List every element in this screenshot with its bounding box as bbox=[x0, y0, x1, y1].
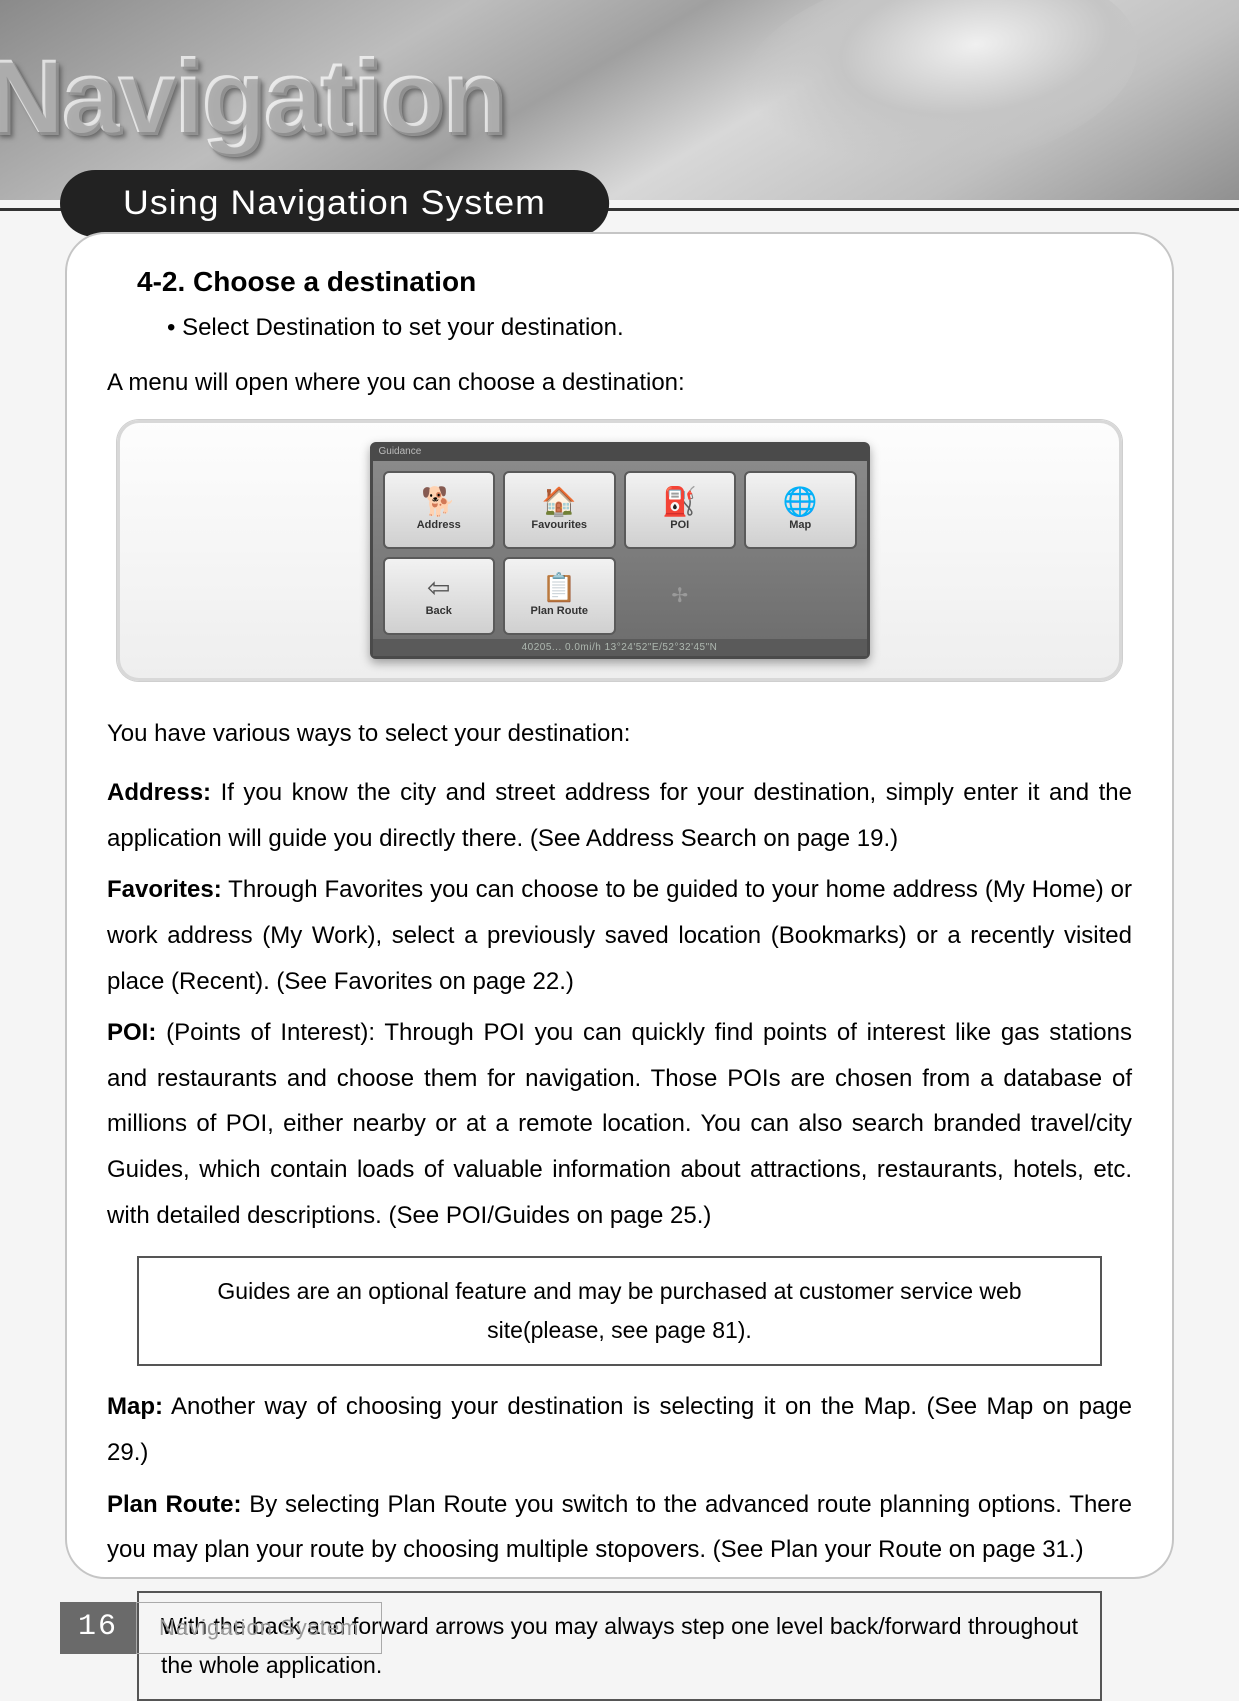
gps-map-button[interactable]: 🌐 Map bbox=[744, 471, 857, 549]
gps-empty-slot bbox=[744, 557, 857, 635]
hero-title: Navigation bbox=[0, 40, 507, 160]
footer-label: Navigation System bbox=[136, 1602, 382, 1654]
globe-icon: 🌐 bbox=[783, 488, 818, 516]
section-heading: 4-2. Choose a destination bbox=[137, 266, 1132, 298]
gps-status-bar: 40205... 0.0mi/h 13°24'52"E/52°32'45"N bbox=[373, 639, 867, 656]
gps-plan-route-button[interactable]: 📋 Plan Route bbox=[503, 557, 616, 635]
para-favorites: Favorites: Through Favorites you can cho… bbox=[107, 867, 1132, 1004]
dog-icon: 🐕 bbox=[421, 488, 456, 516]
gps-window: Guidance 🐕 Address 🏠 Favourites ⛽ POI 🌐 … bbox=[370, 442, 870, 659]
gps-favourites-label: Favourites bbox=[531, 519, 587, 531]
gps-poi-label: POI bbox=[670, 519, 689, 531]
text-map: Another way of choosing your destination… bbox=[107, 1393, 1132, 1466]
label-address: Address: bbox=[107, 779, 211, 806]
text-address: If you know the city and street address … bbox=[107, 779, 1132, 852]
gps-title-bar: Guidance bbox=[373, 445, 867, 461]
intro-text: A menu will open where you can choose a … bbox=[107, 360, 1132, 406]
text-poi: (Points of Interest): Through POI you ca… bbox=[107, 1019, 1132, 1228]
para-plan: Plan Route: By selecting Plan Route you … bbox=[107, 1482, 1132, 1573]
text-plan: By selecting Plan Route you switch to th… bbox=[107, 1491, 1132, 1564]
gps-crosshair-icon: ✢ bbox=[624, 557, 737, 635]
gps-map-label: Map bbox=[789, 519, 811, 531]
screenshot-frame: Guidance 🐕 Address 🏠 Favourites ⛽ POI 🌐 … bbox=[117, 420, 1122, 681]
page-footer: 16 Navigation System bbox=[60, 1602, 382, 1654]
para-address: Address: If you know the city and street… bbox=[107, 770, 1132, 861]
label-poi: POI: bbox=[107, 1019, 156, 1046]
back-arrow-icon: ⇦ bbox=[427, 574, 450, 602]
lead-text: You have various ways to select your des… bbox=[107, 711, 1132, 757]
label-map: Map: bbox=[107, 1393, 163, 1420]
gps-plan-label: Plan Route bbox=[531, 605, 588, 617]
note-guides: Guides are an optional feature and may b… bbox=[137, 1256, 1102, 1366]
bullet-select-destination: Select Destination to set your destinati… bbox=[167, 314, 1132, 342]
gps-favourites-button[interactable]: 🏠 Favourites bbox=[503, 471, 616, 549]
gps-address-label: Address bbox=[417, 519, 461, 531]
gps-back-button[interactable]: ⇦ Back bbox=[383, 557, 496, 635]
chapter-tab: Using Navigation System bbox=[60, 170, 609, 237]
poi-icon: ⛽ bbox=[662, 488, 697, 516]
gps-button-grid: 🐕 Address 🏠 Favourites ⛽ POI 🌐 Map ⇦ bbox=[373, 461, 867, 639]
label-plan: Plan Route: bbox=[107, 1491, 241, 1518]
text-favorites: Through Favorites you can choose to be g… bbox=[107, 876, 1132, 994]
label-favorites: Favorites: bbox=[107, 876, 222, 903]
para-map: Map: Another way of choosing your destin… bbox=[107, 1384, 1132, 1475]
page-number: 16 bbox=[60, 1602, 136, 1654]
gps-back-label: Back bbox=[426, 605, 452, 617]
gps-address-button[interactable]: 🐕 Address bbox=[383, 471, 496, 549]
content-panel: 4-2. Choose a destination Select Destina… bbox=[65, 232, 1174, 1579]
home-star-icon: 🏠 bbox=[542, 488, 577, 516]
para-poi: POI: (Points of Interest): Through POI y… bbox=[107, 1010, 1132, 1238]
gps-poi-button[interactable]: ⛽ POI bbox=[624, 471, 737, 549]
plan-route-icon: 📋 bbox=[542, 574, 577, 602]
